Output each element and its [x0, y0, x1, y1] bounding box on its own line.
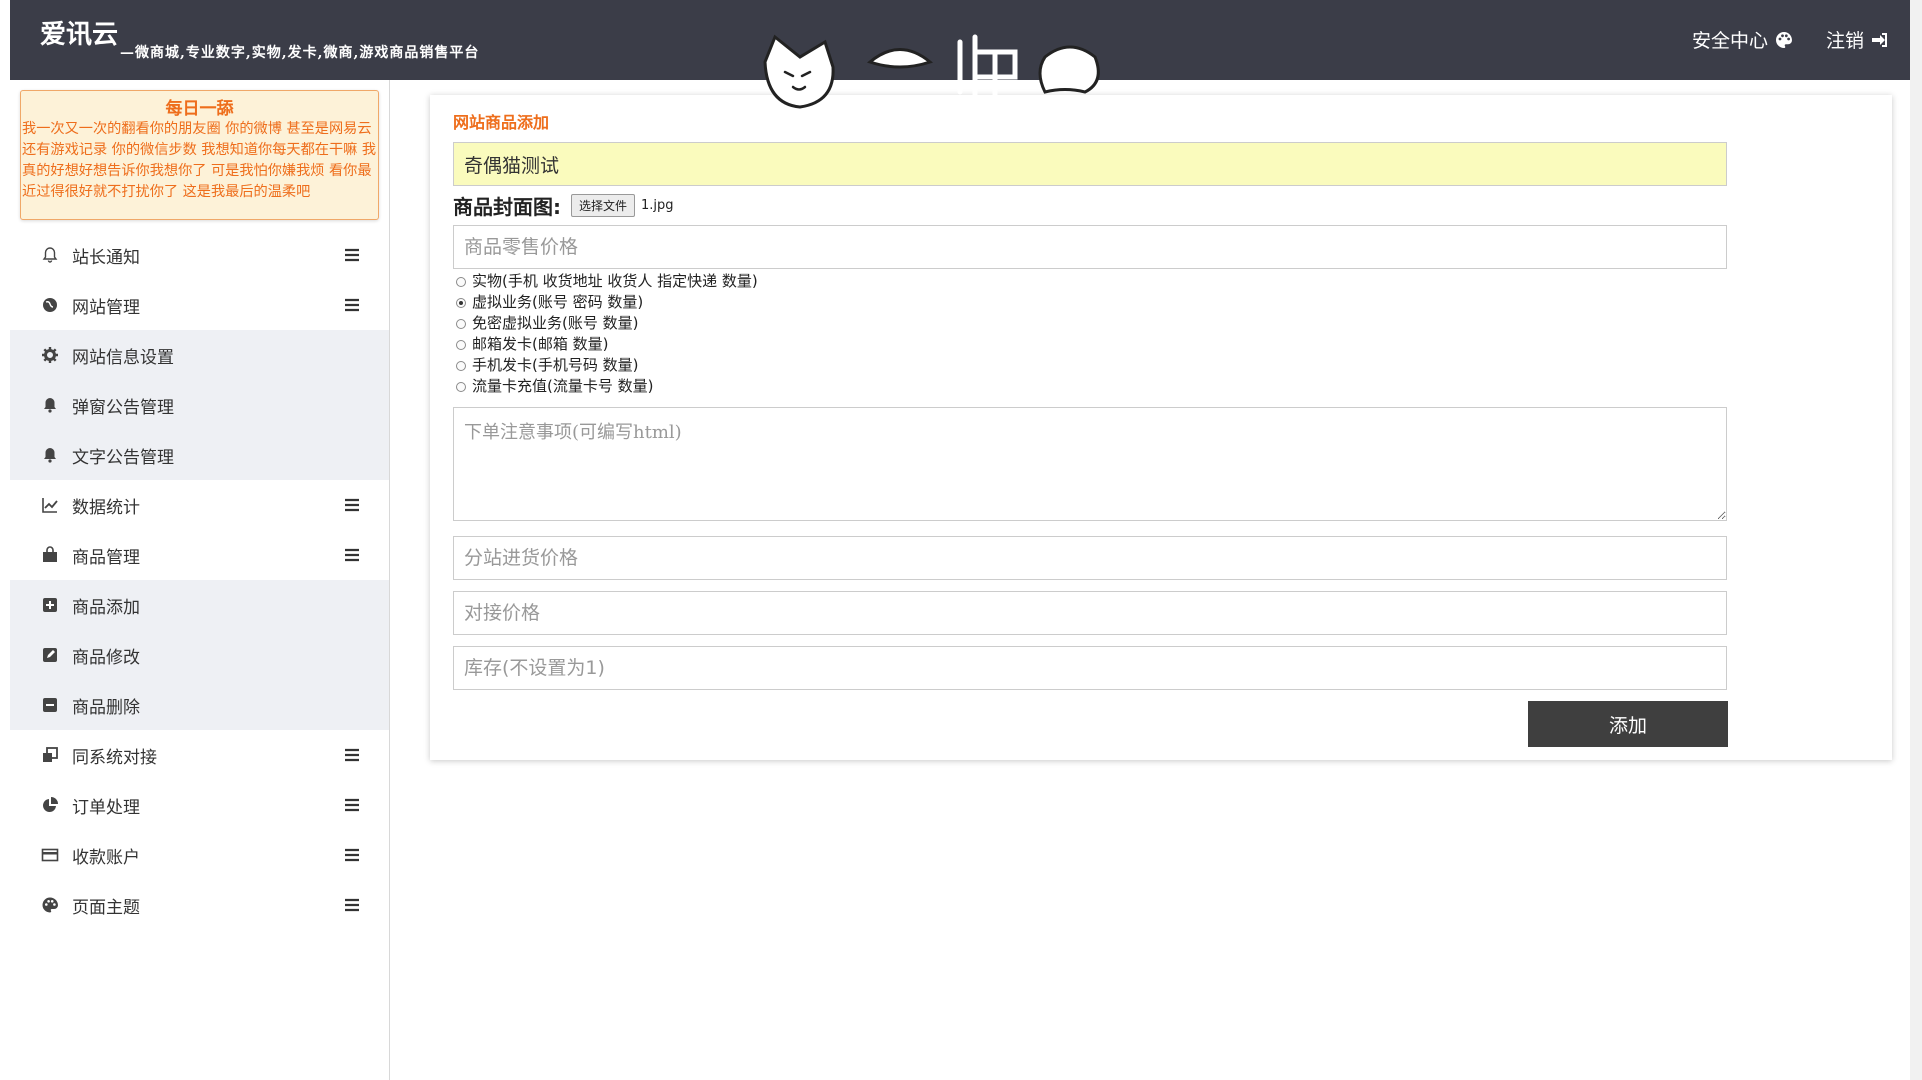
sidebar-item-label: 网站管理: [72, 297, 140, 318]
radio-button[interactable]: [456, 339, 466, 350]
line-chart-icon: [40, 495, 60, 515]
sidebar-item-site-management[interactable]: 网站管理: [10, 280, 389, 330]
sign-out-icon: [1872, 32, 1887, 47]
radio-label: 流量卡充值(流量卡号 数量): [472, 377, 654, 395]
sidebar-item-text-notice[interactable]: 文字公告管理: [10, 430, 389, 480]
sidebar-item-label: 订单处理: [72, 797, 140, 818]
panel-title: 网站商品添加: [453, 113, 550, 132]
top-right-nav: 安全中心 注销: [1692, 26, 1890, 53]
security-center-link[interactable]: 安全中心: [1692, 26, 1794, 53]
sidebar-item-product-edit[interactable]: 商品修改: [10, 630, 389, 680]
radio-button-selected[interactable]: [456, 297, 466, 308]
sidebar-item-label: 弹窗公告管理: [72, 397, 174, 418]
bell-icon: [40, 445, 60, 465]
sidebar-item-order-processing[interactable]: 订单处理: [10, 780, 389, 830]
clone-icon: [40, 745, 60, 765]
sidebar-item-label: 收款账户: [72, 847, 140, 868]
cover-image-row: 商品封面图: 选择文件 1.jpg: [453, 191, 674, 220]
radio-label: 邮箱发卡(邮箱 数量): [472, 335, 609, 353]
minus-square-icon: [40, 695, 60, 715]
sidebar-item-product-add[interactable]: 商品添加: [10, 580, 389, 630]
sidebar-item-label: 商品修改: [72, 647, 140, 668]
sidebar-item-popup-notice[interactable]: 弹窗公告管理: [10, 380, 389, 430]
sidebar-item-label: 页面主题: [72, 897, 140, 918]
sidebar-item-product-management[interactable]: 商品管理: [10, 530, 389, 580]
radio-label: 虚拟业务(账号 密码 数量): [472, 293, 644, 311]
radio-option-passwordless-virtual[interactable]: 免密虚拟业务(账号 数量): [456, 313, 758, 334]
radio-button[interactable]: [456, 276, 466, 287]
sidebar-item-statistics[interactable]: 数据统计: [10, 480, 389, 530]
docking-price-input[interactable]: [453, 591, 1727, 635]
chosen-file-name: 1.jpg: [641, 198, 674, 213]
sidebar-menu: 站长通知 网站管理 网站信息设置 弹窗公告管理 文字公告管理 数据统计 商品管理: [10, 230, 389, 930]
sidebar: 每日一舔 我一次又一次的翻看你的朋友圈 你的微博 甚至是网易云 还有游戏记录 你…: [10, 80, 390, 1080]
order-notes-textarea[interactable]: [453, 407, 1727, 521]
menu-toggle-icon[interactable]: [343, 546, 361, 564]
menu-toggle-icon[interactable]: [343, 746, 361, 764]
radio-option-virtual[interactable]: 虚拟业务(账号 密码 数量): [456, 292, 758, 313]
sidebar-item-label: 商品管理: [72, 547, 140, 568]
radio-button[interactable]: [456, 318, 466, 329]
stock-input[interactable]: [453, 646, 1727, 690]
sidebar-item-label: 站长通知: [72, 247, 140, 268]
sidebar-item-label: 网站信息设置: [72, 347, 174, 368]
security-center-label: 安全中心: [1691, 30, 1768, 52]
sidebar-item-page-theme[interactable]: 页面主题: [10, 880, 389, 930]
radio-option-phone-card[interactable]: 手机发卡(手机号码 数量): [456, 355, 758, 376]
radio-option-data-card-recharge[interactable]: 流量卡充值(流量卡号 数量): [456, 376, 758, 397]
retail-price-input[interactable]: [453, 225, 1727, 269]
daily-notice-title: 每日一舔: [165, 99, 234, 119]
bell-icon: [40, 395, 60, 415]
menu-toggle-icon[interactable]: [343, 296, 361, 314]
business-type-radio-group: 实物(手机 收货地址 收货人 指定快递 数量) 虚拟业务(账号 密码 数量) 免…: [456, 271, 758, 397]
decorative-cat-illustration: [763, 34, 1100, 109]
pie-chart-icon: [40, 795, 60, 815]
page-scrollbar[interactable]: [1910, 0, 1922, 1080]
plus-square-icon: [40, 595, 60, 615]
bell-outline-icon: [40, 245, 60, 265]
brand-title[interactable]: 爱讯云: [40, 14, 118, 51]
menu-toggle-icon[interactable]: [343, 496, 361, 514]
radio-button[interactable]: [456, 360, 466, 371]
sidebar-item-system-docking[interactable]: 同系统对接: [10, 730, 389, 780]
daily-notice-text: 我一次又一次的翻看你的朋友圈 你的微博 甚至是网易云 还有游戏记录 你的微信步数…: [22, 121, 377, 200]
radio-label: 实物(手机 收货地址 收货人 指定快递 数量): [472, 272, 758, 290]
menu-toggle-icon[interactable]: [343, 796, 361, 814]
choose-file-button[interactable]: 选择文件: [571, 194, 636, 217]
product-add-panel: 网站商品添加 商品封面图: 选择文件 1.jpg 实物(手机 收货地址 收货人 …: [430, 95, 1892, 760]
sidebar-item-label: 商品删除: [72, 697, 140, 718]
gear-icon: [40, 345, 60, 365]
palette-icon: [1775, 31, 1792, 48]
radio-label: 手机发卡(手机号码 数量): [472, 356, 639, 374]
sidebar-item-label: 商品添加: [72, 597, 140, 618]
sidebar-item-label: 文字公告管理: [72, 447, 174, 468]
menu-toggle-icon[interactable]: [343, 246, 361, 264]
logout-link[interactable]: 注销: [1826, 26, 1890, 53]
menu-toggle-icon[interactable]: [343, 896, 361, 914]
sidebar-item-label: 同系统对接: [72, 747, 157, 768]
daily-notice-box: 每日一舔 我一次又一次的翻看你的朋友圈 你的微博 甚至是网易云 还有游戏记录 你…: [20, 90, 379, 220]
cover-image-label: 商品封面图:: [453, 195, 561, 219]
menu-toggle-icon[interactable]: [343, 846, 361, 864]
palette-icon: [40, 895, 60, 915]
credit-card-icon: [40, 845, 60, 865]
sidebar-item-label: 数据统计: [72, 497, 140, 518]
sidebar-item-payment-account[interactable]: 收款账户: [10, 830, 389, 880]
substation-price-input[interactable]: [453, 536, 1727, 580]
add-button[interactable]: 添加: [1528, 701, 1728, 747]
radio-option-email-card[interactable]: 邮箱发卡(邮箱 数量): [456, 334, 758, 355]
sidebar-item-product-delete[interactable]: 商品删除: [10, 680, 389, 730]
edit-square-icon: [40, 645, 60, 665]
globe-icon: [40, 295, 60, 315]
shopping-bag-icon: [40, 545, 60, 565]
sidebar-item-site-info-settings[interactable]: 网站信息设置: [10, 330, 389, 380]
radio-button[interactable]: [456, 381, 466, 392]
logout-label: 注销: [1825, 30, 1864, 52]
product-name-input[interactable]: [453, 142, 1727, 186]
radio-label: 免密虚拟业务(账号 数量): [472, 314, 639, 332]
sidebar-item-notifications[interactable]: 站长通知: [10, 230, 389, 280]
brand-slogan: —微商城,专业数字,实物,发卡,微商,游戏商品销售平台: [120, 45, 480, 61]
radio-option-physical[interactable]: 实物(手机 收货地址 收货人 指定快递 数量): [456, 271, 758, 292]
